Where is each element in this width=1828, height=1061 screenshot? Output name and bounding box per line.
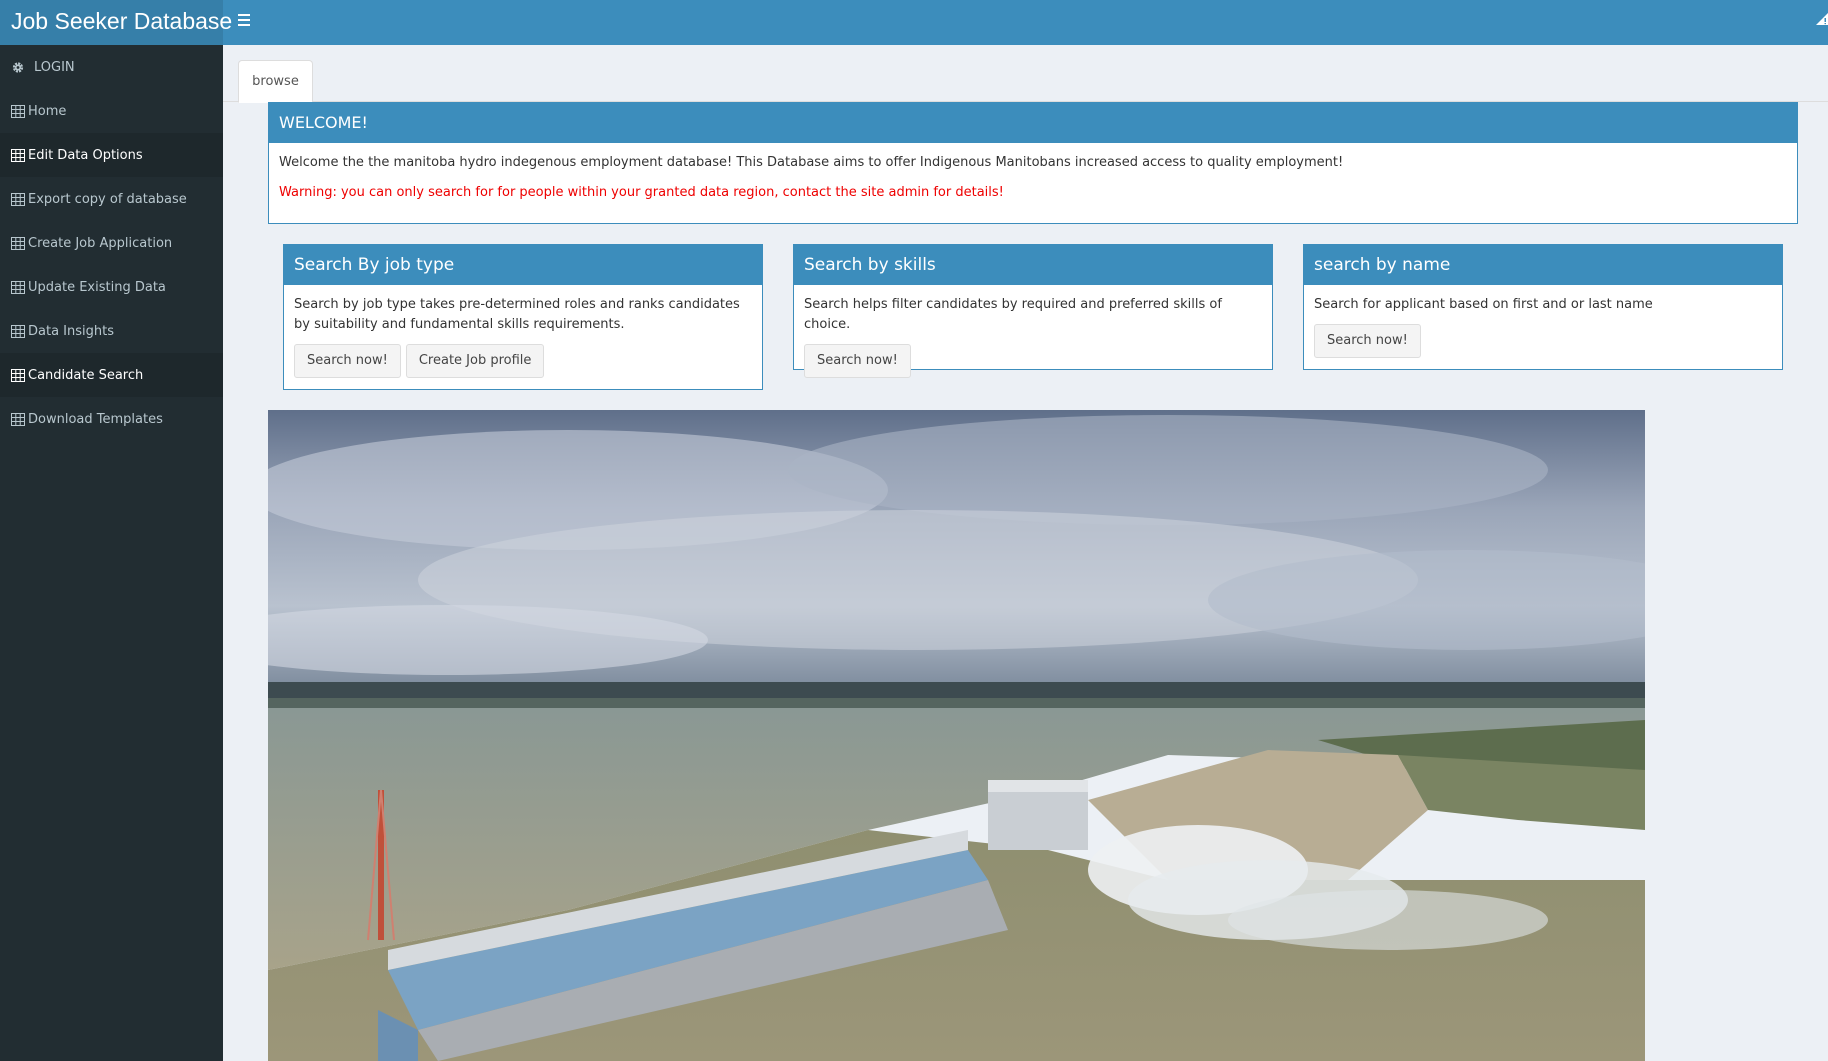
- hydroelectric-dam-photo: [268, 410, 1645, 1061]
- sidebar-item-label: Export copy of database: [28, 191, 187, 207]
- tab-browse[interactable]: browse: [238, 60, 313, 103]
- sidebar-item-login[interactable]: LOGIN: [0, 45, 223, 89]
- warning-icon[interactable]: [1816, 12, 1828, 26]
- table-icon: [11, 368, 25, 382]
- hamburger-icon[interactable]: [233, 9, 255, 31]
- top-header: Job Seeker Database: [0, 0, 1828, 45]
- table-icon: [11, 280, 25, 294]
- app-logo-title[interactable]: Job Seeker Database: [0, 0, 232, 45]
- table-icon: [11, 148, 25, 162]
- sidebar-item-data-insights[interactable]: Data Insights: [0, 309, 223, 353]
- sidebar-item-label: Download Templates: [28, 411, 163, 427]
- gear-icon: [12, 61, 24, 73]
- sidebar-item-candidate-search[interactable]: Candidate Search: [0, 353, 223, 397]
- welcome-title: WELCOME!: [269, 103, 1797, 143]
- sidebar-item-update-existing-data[interactable]: Update Existing Data: [0, 265, 223, 309]
- sidebar: LOGIN Home Edit Data Options Export copy…: [0, 45, 223, 1061]
- welcome-text: Welcome the the manitoba hydro indegenou…: [279, 155, 1344, 170]
- table-icon: [11, 412, 25, 426]
- card-description: Search for applicant based on first and …: [1314, 297, 1653, 312]
- card-description: Search by job type takes pre-determined …: [294, 297, 740, 332]
- create-job-profile-button[interactable]: Create Job profile: [405, 344, 545, 378]
- tab-bar: browse: [223, 45, 1828, 103]
- card-title: Search By job type: [284, 245, 762, 285]
- sidebar-item-create-job-application[interactable]: Create Job Application: [0, 221, 223, 265]
- sidebar-item-label: Candidate Search: [28, 367, 144, 383]
- card-title: Search by skills: [794, 245, 1272, 285]
- sidebar-item-label: Create Job Application: [28, 235, 173, 251]
- sidebar-item-label: LOGIN: [34, 59, 75, 75]
- sidebar-item-label: Edit Data Options: [28, 147, 143, 163]
- table-icon: [11, 104, 25, 118]
- job-type-search-card: Search By job type Search by job type ta…: [283, 244, 763, 390]
- name-search-button[interactable]: Search now!: [1314, 324, 1421, 358]
- sidebar-item-label: Update Existing Data: [28, 279, 166, 295]
- sidebar-item-label: Home: [28, 103, 67, 119]
- name-search-card: search by name Search for applicant base…: [1303, 244, 1783, 370]
- card-description: Search helps filter candidates by requir…: [804, 297, 1222, 332]
- skills-search-card: Search by skills Search helps filter can…: [793, 244, 1273, 378]
- table-icon: [11, 236, 25, 250]
- job-type-search-button[interactable]: Search now!: [294, 344, 401, 378]
- sidebar-item-home[interactable]: Home: [0, 89, 223, 133]
- table-icon: [11, 192, 25, 206]
- welcome-panel: WELCOME! Welcome the the manitoba hydro …: [268, 102, 1798, 224]
- warning-text: Warning: you can only search for for peo…: [279, 185, 1004, 200]
- table-icon: [11, 324, 25, 338]
- sidebar-item-label: Data Insights: [28, 323, 114, 339]
- card-title: search by name: [1304, 245, 1782, 285]
- sidebar-item-download-templates[interactable]: Download Templates: [0, 397, 223, 441]
- sidebar-item-edit-data-options[interactable]: Edit Data Options: [0, 133, 223, 177]
- sidebar-item-export-database[interactable]: Export copy of database: [0, 177, 223, 221]
- skills-search-button[interactable]: Search now!: [804, 344, 911, 378]
